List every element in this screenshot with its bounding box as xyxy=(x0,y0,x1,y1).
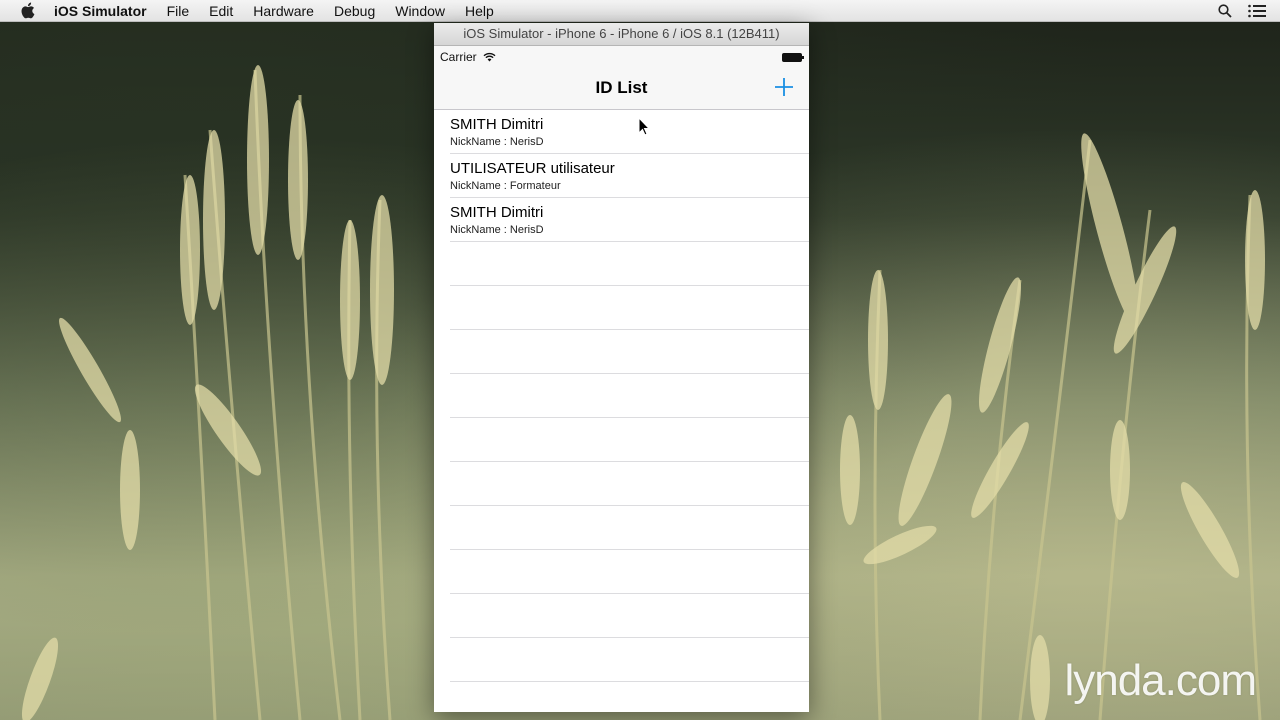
row-name: SMITH Dimitri xyxy=(450,204,544,221)
carrier-label: Carrier xyxy=(440,50,477,64)
row-nickname: NickName : Formateur xyxy=(450,180,561,192)
empty-table-row xyxy=(434,242,809,286)
battery-icon xyxy=(782,51,804,62)
menu-debug[interactable]: Debug xyxy=(324,0,385,22)
menu-help[interactable]: Help xyxy=(455,0,504,22)
empty-table-row xyxy=(434,638,809,682)
simulator-window-title[interactable]: iOS Simulator - iPhone 6 - iPhone 6 / iO… xyxy=(434,23,809,46)
empty-table-row xyxy=(434,682,809,712)
row-nickname: NickName : NerisD xyxy=(450,224,544,236)
id-list-table: SMITH Dimitri NickName : NerisD UTILISAT… xyxy=(434,110,809,712)
table-row[interactable]: UTILISATEUR utilisateur NickName : Forma… xyxy=(434,154,809,198)
plus-icon[interactable] xyxy=(773,76,795,98)
menu-window[interactable]: Window xyxy=(385,0,455,22)
nav-title: ID List xyxy=(595,78,648,97)
notification-center-icon[interactable] xyxy=(1248,4,1266,18)
empty-table-row xyxy=(434,550,809,594)
empty-table-row xyxy=(434,462,809,506)
menu-file[interactable]: File xyxy=(157,0,200,22)
simulator-window: iOS Simulator - iPhone 6 - iPhone 6 / iO… xyxy=(434,23,809,712)
navigation-bar: ID List xyxy=(434,66,809,110)
menu-hardware[interactable]: Hardware xyxy=(243,0,324,22)
mouse-cursor-icon xyxy=(638,117,650,136)
menu-app-name[interactable]: iOS Simulator xyxy=(54,0,157,22)
row-nickname: NickName : NerisD xyxy=(450,136,544,148)
row-name: UTILISATEUR utilisateur xyxy=(450,160,615,177)
empty-table-row xyxy=(434,374,809,418)
menu-bar-extras xyxy=(1218,3,1266,18)
row-name: SMITH Dimitri xyxy=(450,116,544,133)
empty-table-row xyxy=(434,506,809,550)
empty-table-row xyxy=(434,286,809,330)
ios-status-bar: Carrier xyxy=(434,46,809,66)
wifi-icon xyxy=(483,52,496,62)
empty-table-row xyxy=(434,330,809,374)
apple-icon[interactable] xyxy=(20,2,36,20)
empty-table-row xyxy=(434,594,809,638)
table-row[interactable]: SMITH Dimitri NickName : NerisD xyxy=(434,198,809,242)
menu-edit[interactable]: Edit xyxy=(199,0,243,22)
menu-bar: iOS Simulator File Edit Hardware Debug W… xyxy=(0,0,1280,22)
add-button[interactable] xyxy=(773,76,795,98)
lynda-watermark: lynda.com xyxy=(1064,656,1257,705)
carrier-indicator: Carrier xyxy=(440,50,496,64)
table-row[interactable]: SMITH Dimitri NickName : NerisD xyxy=(434,110,809,154)
empty-table-row xyxy=(434,418,809,462)
spotlight-search-icon[interactable] xyxy=(1218,3,1232,18)
